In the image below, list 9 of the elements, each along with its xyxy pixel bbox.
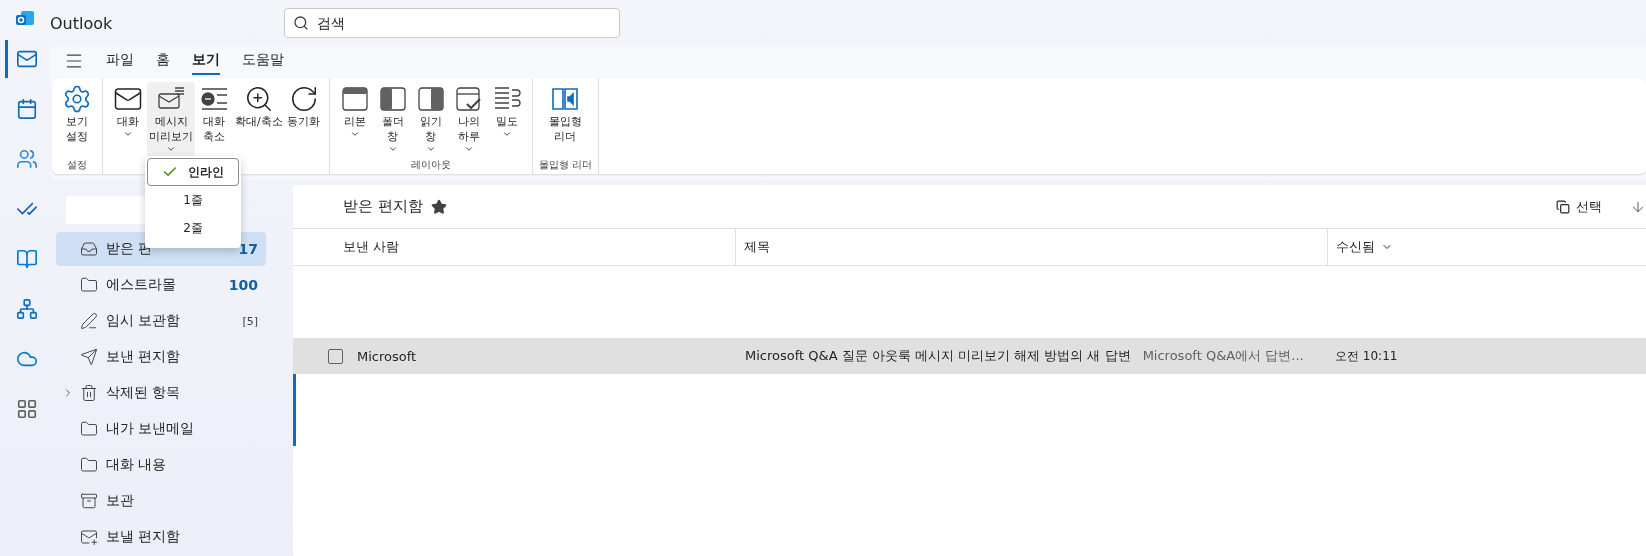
group-label: 몰입형 리더 [538, 158, 592, 172]
group-label: 레이아웃 [410, 158, 451, 172]
app-title: Outlook [50, 13, 114, 33]
sender-name: Microsoft [357, 348, 417, 364]
preview-text: Microsoft Q&A에서 답변... [1142, 347, 1304, 365]
group-label: 설정 [67, 158, 87, 172]
time-text: 오전 10:11 [1334, 347, 1399, 365]
subject-text: Microsoft Q&A 질문 아웃룩 메시지 미리보기 해제 방법의 새 답변 [745, 347, 1131, 365]
list-title: 받은 편지함 [343, 197, 423, 216]
